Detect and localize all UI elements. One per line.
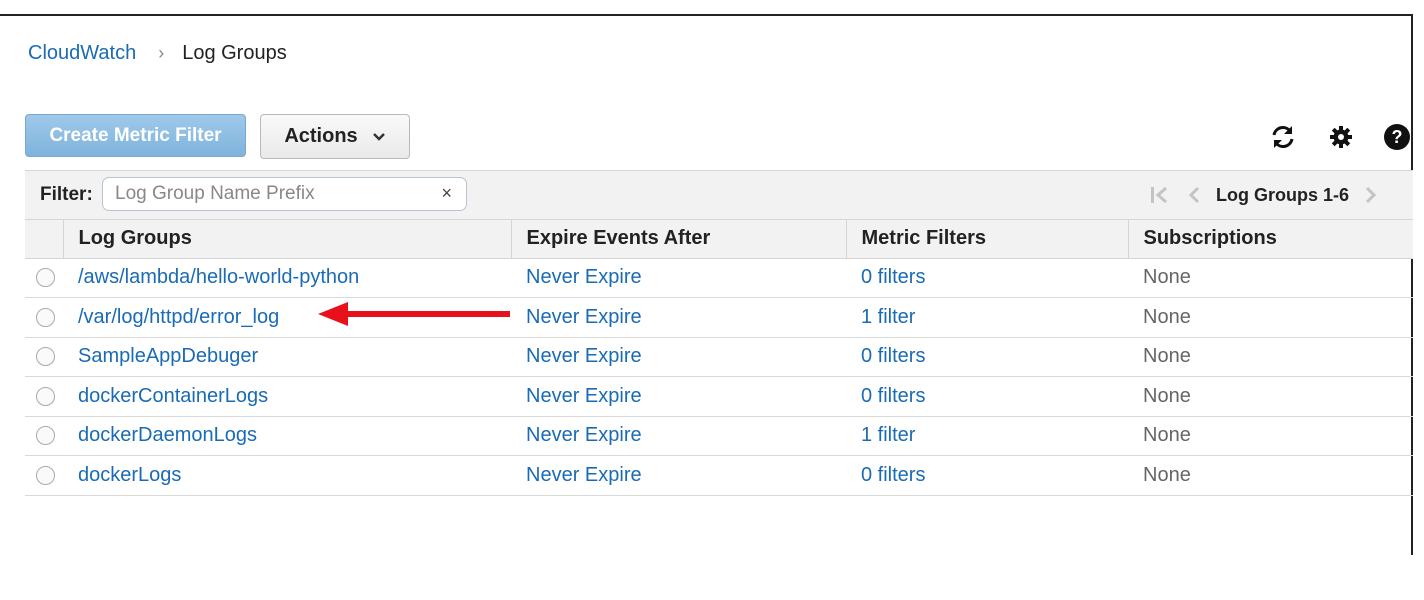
subscriptions-value: None	[1143, 266, 1191, 289]
top-border	[0, 14, 1413, 16]
breadcrumb-separator: ›	[158, 43, 165, 63]
expire-events-link[interactable]: Never Expire	[526, 266, 642, 288]
row-radio[interactable]	[36, 268, 55, 288]
previous-page-icon[interactable]	[1182, 183, 1206, 207]
create-metric-filter-button[interactable]: Create Metric Filter	[25, 114, 246, 157]
subscriptions-value: None	[1143, 345, 1191, 368]
table-row: /aws/lambda/hello-world-python Never Exp…	[25, 258, 1413, 298]
header-log-groups[interactable]: Log Groups	[62, 220, 511, 259]
table-row: dockerDaemonLogs Never Expire 1 filter N…	[25, 416, 1413, 456]
breadcrumb: CloudWatch › Log Groups	[28, 42, 287, 65]
chevron-down-icon	[372, 125, 386, 148]
log-group-link[interactable]: dockerLogs	[78, 464, 181, 486]
log-group-link[interactable]: dockerContainerLogs	[78, 385, 268, 407]
filter-box: ×	[102, 177, 467, 211]
log-group-prefix-input[interactable]	[115, 181, 415, 207]
metric-filters-link[interactable]: 1 filter	[861, 424, 915, 446]
pager-label: Log Groups 1-6	[1215, 184, 1349, 205]
filter-bar: Filter: × Log Groups 1-6	[25, 170, 1413, 220]
expire-events-link[interactable]: Never Expire	[526, 464, 642, 486]
metric-filters-link[interactable]: 0 filters	[861, 385, 925, 407]
first-page-icon[interactable]	[1148, 183, 1172, 207]
header-select	[25, 220, 63, 259]
header-metric-filters[interactable]: Metric Filters	[845, 220, 1128, 259]
metric-filters-link[interactable]: 0 filters	[861, 266, 925, 288]
gear-icon[interactable]	[1326, 122, 1356, 152]
expire-events-link[interactable]: Never Expire	[526, 424, 642, 446]
actions-dropdown-button[interactable]: Actions	[260, 114, 410, 159]
table-header-row: Log Groups Expire Events After Metric Fi…	[25, 220, 1413, 259]
filter-label: Filter:	[40, 184, 93, 205]
metric-filters-link[interactable]: 0 filters	[861, 345, 925, 367]
expire-events-link[interactable]: Never Expire	[526, 385, 642, 407]
log-groups-table: Log Groups Expire Events After Metric Fi…	[25, 220, 1413, 496]
actions-label: Actions	[284, 125, 358, 147]
log-group-link[interactable]: dockerDaemonLogs	[78, 424, 257, 446]
expire-events-link[interactable]: Never Expire	[526, 306, 642, 328]
table-row: dockerLogs Never Expire 0 filters None	[25, 455, 1413, 496]
log-group-link[interactable]: SampleAppDebuger	[78, 345, 258, 367]
row-radio[interactable]	[36, 465, 55, 485]
svg-text:?: ?	[1392, 127, 1403, 147]
table-row: SampleAppDebuger Never Expire 0 filters …	[25, 337, 1413, 377]
create-metric-filter-label: Create Metric Filter	[49, 124, 222, 146]
log-group-link[interactable]: /var/log/httpd/error_log	[78, 306, 279, 328]
breadcrumb-current: Log Groups	[182, 42, 287, 64]
log-group-link[interactable]: /aws/lambda/hello-world-python	[78, 266, 359, 288]
table-row: /var/log/httpd/error_log Never Expire 1 …	[25, 297, 1413, 338]
expire-events-link[interactable]: Never Expire	[526, 345, 642, 367]
header-subscriptions[interactable]: Subscriptions	[1127, 220, 1413, 259]
clear-filter-icon[interactable]: ×	[441, 183, 452, 204]
row-radio[interactable]	[36, 307, 55, 327]
next-page-icon[interactable]	[1359, 183, 1383, 207]
row-radio[interactable]	[36, 386, 55, 406]
metric-filters-link[interactable]: 0 filters	[861, 464, 925, 486]
row-radio[interactable]	[36, 347, 55, 367]
table-row: dockerContainerLogs Never Expire 0 filte…	[25, 376, 1413, 417]
annotation-arrow-icon	[318, 300, 514, 333]
header-expire-events[interactable]: Expire Events After	[510, 220, 846, 259]
row-radio[interactable]	[36, 426, 55, 446]
help-icon[interactable]: ?	[1382, 122, 1412, 152]
subscriptions-value: None	[1143, 305, 1191, 328]
pagination: Log Groups 1-6	[1148, 183, 1383, 207]
metric-filters-link[interactable]: 1 filter	[861, 306, 915, 328]
subscriptions-value: None	[1143, 463, 1191, 486]
refresh-icon[interactable]	[1268, 122, 1298, 152]
subscriptions-value: None	[1143, 384, 1191, 407]
subscriptions-value: None	[1143, 424, 1191, 447]
breadcrumb-cloudwatch-link[interactable]: CloudWatch	[28, 42, 136, 65]
